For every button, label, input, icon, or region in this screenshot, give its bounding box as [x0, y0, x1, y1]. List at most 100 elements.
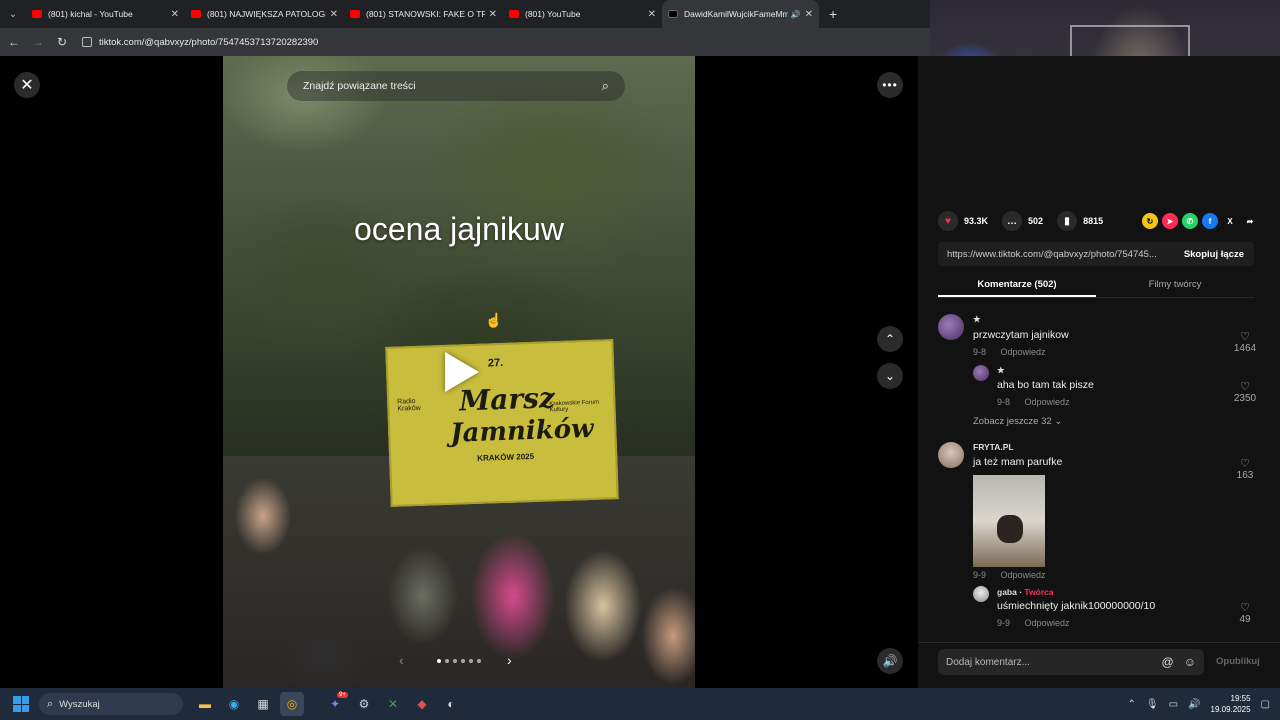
network-icon[interactable]: ▭ [1169, 699, 1178, 710]
store-icon[interactable]: ▦ [251, 692, 275, 716]
x-icon[interactable]: X [1222, 213, 1238, 229]
close-tab-icon[interactable]: ✕ [648, 9, 656, 20]
reload-icon[interactable]: ↻ [50, 35, 74, 49]
browser-tab[interactable]: (801) STANOWSKI: FAKE O TRU ✕ [344, 0, 503, 28]
share-icons: ↻ ➤ ✆ f X ➦ [1142, 213, 1258, 229]
send-icon[interactable]: ➤ [1162, 213, 1178, 229]
avatar[interactable] [973, 365, 989, 381]
reply-item: ★ aha bo tam tak pisze 9-8 Odpowiedz ♡ 2… [973, 365, 1260, 411]
file-explorer-icon[interactable]: ▬ [193, 692, 217, 716]
volume-icon[interactable]: 🔊 [877, 648, 903, 674]
slide-dot[interactable] [461, 659, 465, 663]
search-icon[interactable]: ⌕ [602, 78, 609, 94]
comment-user[interactable]: gaba [997, 587, 1017, 597]
slide-dot[interactable] [477, 659, 481, 663]
repost-icon[interactable]: ↻ [1142, 213, 1158, 229]
url-text: tiktok.com/@qabvxyz/photo/75474537137202… [99, 36, 319, 48]
url-field[interactable]: tiktok.com/@qabvxyz/photo/75474537137202… [82, 31, 930, 53]
comment-like[interactable]: ♡ 1464 [1230, 330, 1260, 354]
tray-chevron-icon[interactable]: ⌃ [1128, 699, 1136, 710]
related-search-input[interactable]: Znajdź powiązane treści ⌕ [287, 71, 625, 101]
browser-tab-active[interactable]: DawidKamilWujcikFameMm 🔊 ✕ [662, 0, 819, 28]
reply-button[interactable]: Odpowiedz [1001, 347, 1046, 357]
browser-tab[interactable]: (801) kichal - YouTube ✕ [26, 0, 185, 28]
close-icon[interactable]: ✕ [14, 72, 40, 98]
obs-icon[interactable]: ◐ [439, 692, 463, 716]
dog-image [997, 515, 1023, 543]
chrome-icon[interactable]: ◎ [280, 692, 304, 716]
comment-user[interactable]: FRYTA.PL [973, 442, 1014, 452]
excel-icon[interactable]: ✕ [381, 692, 405, 716]
comment-input[interactable]: Dodaj komentarz... @ ☺ [938, 649, 1204, 675]
comment-user[interactable]: ★ [997, 365, 1005, 376]
browser-tab[interactable]: (801) YouTube ✕ [503, 0, 662, 28]
tab-comments[interactable]: Komentarze (502) [938, 273, 1096, 297]
banner-image: 27. Marsz Jamników KRAKÓW 2025 Radio Kra… [385, 339, 619, 507]
clock-date: 19.09.2025 [1210, 705, 1251, 714]
reply-button[interactable]: Odpowiedz [1025, 397, 1070, 407]
comment-user[interactable]: ★ [973, 314, 981, 325]
avatar[interactable] [973, 586, 989, 602]
mention-icon[interactable]: @ [1162, 655, 1174, 669]
steam-icon[interactable]: ⚙ [352, 692, 376, 716]
post-button[interactable]: Opublikuj [1216, 656, 1260, 667]
discord-icon[interactable]: ✦ 9+ [323, 692, 348, 716]
avatar[interactable] [938, 442, 964, 468]
search-icon: ⌕ [47, 697, 54, 710]
comment-icon: … [1002, 211, 1023, 231]
back-arrow-icon[interactable]: ← [2, 35, 26, 49]
clock[interactable]: 19:55 19.09.2025 [1211, 693, 1251, 715]
site-info-icon[interactable] [82, 37, 92, 47]
next-post-icon[interactable]: ⌄ [877, 363, 903, 389]
next-slide-icon[interactable]: › [507, 652, 512, 668]
tab-title: (801) NAJWIĘKSZA PATOLOGIA [207, 9, 326, 19]
new-tab-button[interactable]: + [829, 6, 837, 22]
app-icon[interactable]: ◆ [410, 692, 434, 716]
close-tab-icon[interactable]: ✕ [489, 9, 497, 20]
close-tab-icon[interactable]: ✕ [330, 9, 338, 20]
more-options-icon[interactable]: ••• [877, 72, 903, 98]
action-bar: ♥ 93.3K … 502 ▮ 8815 ↻ ➤ ✆ f X ➦ [938, 210, 1258, 232]
volume-icon[interactable]: 🔊 [1188, 699, 1200, 710]
facebook-icon[interactable]: f [1202, 213, 1218, 229]
reply-button[interactable]: Odpowiedz [1025, 618, 1070, 628]
post-link[interactable]: https://www.tiktok.com/@qabvxyz/photo/75… [938, 249, 1174, 260]
play-icon[interactable] [445, 352, 479, 392]
close-tab-icon[interactable]: ✕ [171, 9, 179, 20]
slide-dot[interactable] [469, 659, 473, 663]
notification-icon[interactable]: ▢ [1261, 699, 1270, 710]
banner-number: 27. [487, 356, 504, 370]
comment-image[interactable] [973, 475, 1045, 567]
copy-link-button[interactable]: Skopiuj łącze [1174, 249, 1254, 260]
speaker-icon[interactable]: 🔊 [791, 10, 801, 19]
browser-tab[interactable]: (801) NAJWIĘKSZA PATOLOGIA ✕ [185, 0, 344, 28]
slide-dot[interactable] [437, 659, 441, 663]
comment-like[interactable]: ♡ 49 [1230, 601, 1260, 625]
share-arrow-icon[interactable]: ➦ [1242, 213, 1258, 229]
windows-start-icon[interactable] [13, 696, 29, 712]
close-tab-icon[interactable]: ✕ [805, 9, 813, 20]
comment-like[interactable]: ♡ 2350 [1230, 380, 1260, 404]
previous-post-icon[interactable]: ⌃ [877, 326, 903, 352]
avatar[interactable] [938, 314, 964, 340]
tab-creator-videos[interactable]: Filmy twórcy [1096, 273, 1254, 297]
forward-arrow-icon[interactable]: → [26, 35, 50, 49]
youtube-icon [32, 10, 42, 18]
emoji-icon[interactable]: ☺ [1184, 655, 1196, 669]
prev-slide-icon[interactable]: ‹ [399, 652, 404, 668]
photo-slide[interactable]: 27. Marsz Jamników KRAKÓW 2025 Radio Kra… [223, 56, 695, 688]
save-button[interactable]: ▮ 8815 [1057, 211, 1103, 231]
comment-button[interactable]: … 502 [1002, 211, 1043, 231]
edge-icon[interactable]: ◉ [222, 692, 246, 716]
view-more-replies[interactable]: Zobacz jeszcze 32 ⌄ [973, 416, 1062, 427]
taskbar-search[interactable]: ⌕ Wyszukaj [39, 693, 183, 715]
whatsapp-icon[interactable]: ✆ [1182, 213, 1198, 229]
reply-item: gaba · Twórca uśmiechnięty jaknik1000000… [973, 586, 1260, 632]
microphone-icon[interactable]: 🎙 [1146, 699, 1159, 710]
comment-like[interactable]: ♡ 163 [1230, 457, 1260, 481]
like-button[interactable]: ♥ 93.3K [938, 211, 988, 231]
reply-button[interactable]: Odpowiedz [1001, 570, 1046, 580]
tab-search-chevron-icon[interactable]: ⌄ [0, 0, 26, 28]
slide-dot[interactable] [445, 659, 449, 663]
slide-dot[interactable] [453, 659, 457, 663]
